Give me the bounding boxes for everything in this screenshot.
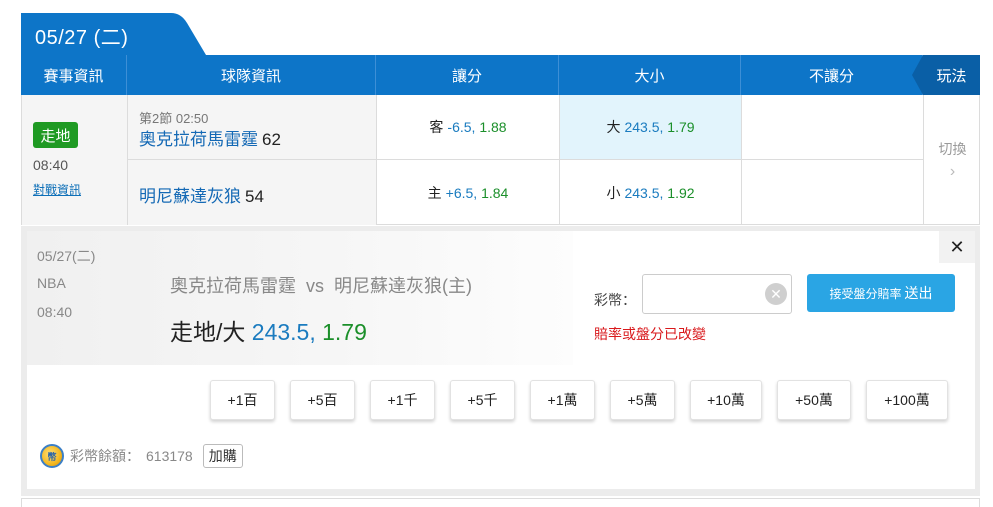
submit-text: 送出 xyxy=(904,285,933,301)
event-info-cell: 走地 08:40 對戰資訊 xyxy=(22,95,128,225)
balance-value: 613178 xyxy=(146,448,193,464)
chip-button[interactable]: +5百 xyxy=(290,380,355,420)
date-tab-label: 05/27 (二) xyxy=(35,27,129,49)
quick-stake-chips: +1百 +5百 +1千 +5千 +1萬 +5萬 +10萬 +50萬 +100萬 xyxy=(210,380,948,420)
chevron-right-icon: › xyxy=(949,163,956,180)
team-info-cell: 第2節 02:50 奧克拉荷馬雷霆 62 明尼蘇達灰狼 54 xyxy=(128,95,377,225)
header-moneyline: 不讓分 xyxy=(741,55,923,95)
submit-bet-button[interactable]: 接受盤分賠率 送出 xyxy=(807,274,955,312)
coin-icon: 幣 xyxy=(40,444,64,468)
total-over-key: 大 xyxy=(606,119,621,135)
spread-cell: 客 -6.5, 1.88 主 +6.5, 1.84 xyxy=(377,95,560,225)
slip-matchup: 奧克拉荷馬雷霆 vs 明尼蘇達灰狼(主) xyxy=(170,272,472,298)
slip-pick-odds: 1.79 xyxy=(322,319,367,345)
header-team-info: 球隊資訊 xyxy=(127,55,376,95)
away-team-row: 第2節 02:50 奧克拉荷馬雷霆 62 xyxy=(128,95,376,160)
spread-home-key: 主 xyxy=(427,184,442,201)
topup-button[interactable]: 加購 xyxy=(202,444,243,468)
chip-button[interactable]: +1萬 xyxy=(530,380,595,420)
balance-label: 彩幣餘額： xyxy=(70,448,140,464)
home-team-score: 54 xyxy=(245,187,264,206)
away-team-name: 奧克拉荷馬雷霆 xyxy=(139,130,258,149)
chip-button[interactable]: +50萬 xyxy=(777,380,851,420)
moneyline-away-empty xyxy=(742,95,923,160)
spread-away-key: 客 xyxy=(429,119,444,135)
header-spread: 讓分 xyxy=(376,55,559,95)
bet-slip-panel: ✕ 05/27(二) NBA 08:40 奧克拉荷馬雷霆 vs 明尼蘇達灰狼(主) … xyxy=(21,226,980,496)
game-time: 08:40 xyxy=(33,157,69,173)
submit-accept-text: 接受盤分賠率 xyxy=(829,286,902,301)
spread-home-handicap: +6.5, xyxy=(445,184,478,201)
header-total: 大小 xyxy=(559,55,741,95)
spread-home-odds[interactable]: 主 +6.5, 1.84 xyxy=(377,160,559,225)
slip-date: 05/27(二) xyxy=(37,248,96,264)
game-row: 走地 08:40 對戰資訊 第2節 02:50 奧克拉荷馬雷霆 62 明尼蘇達灰狼… xyxy=(21,95,980,225)
switch-button[interactable]: 切換 › xyxy=(924,95,981,225)
close-icon[interactable]: ✕ xyxy=(939,231,975,263)
bet-slip-body: ✕ 05/27(二) NBA 08:40 奧克拉荷馬雷霆 vs 明尼蘇達灰狼(主) … xyxy=(27,231,975,489)
live-badge: 走地 xyxy=(33,122,78,148)
total-over-handicap: 243.5, xyxy=(624,119,664,135)
slip-vs: vs xyxy=(306,276,324,296)
total-over-price: 1.79 xyxy=(667,119,695,135)
date-tab: 05/27 (二) xyxy=(21,13,206,55)
slip-league: NBA xyxy=(37,275,66,291)
spread-away-odds[interactable]: 客 -6.5, 1.88 xyxy=(377,95,559,160)
slip-home-team: 明尼蘇達灰狼(主) xyxy=(334,276,472,296)
next-row-edge xyxy=(21,498,980,507)
header-event-info: 賽事資訊 xyxy=(21,55,127,95)
spread-away-handicap: -6.5, xyxy=(447,119,476,135)
home-team: 明尼蘇達灰狼 54 xyxy=(139,182,264,207)
total-over-odds[interactable]: 大 243.5, 1.79 xyxy=(560,95,741,160)
chip-button[interactable]: +1千 xyxy=(370,380,435,420)
balance-row: 幣 彩幣餘額： 613178 加購 xyxy=(40,444,243,468)
home-team-name: 明尼蘇達灰狼 xyxy=(139,187,241,206)
chip-button[interactable]: +1百 xyxy=(210,380,275,420)
slip-pick-handicap: 243.5, xyxy=(251,319,316,345)
odds-table-header: 賽事資訊 球隊資訊 讓分 大小 不讓分 玩法 xyxy=(21,55,980,95)
chip-button[interactable]: +100萬 xyxy=(866,380,948,420)
h2h-link[interactable]: 對戰資訊 xyxy=(33,181,81,198)
moneyline-cell xyxy=(742,95,924,225)
spread-away-price: 1.88 xyxy=(479,119,507,135)
spread-home-price: 1.84 xyxy=(481,184,509,201)
play-type-button[interactable]: 玩法 xyxy=(912,55,980,95)
total-cell: 大 243.5, 1.79 小 243.5, 1.92 xyxy=(560,95,742,225)
total-under-price: 1.92 xyxy=(667,184,695,201)
away-team: 奧克拉荷馬雷霆 62 xyxy=(139,125,281,150)
total-under-handicap: 243.5, xyxy=(624,184,664,201)
chip-button[interactable]: +10萬 xyxy=(690,380,762,420)
chip-button[interactable]: +5千 xyxy=(450,380,515,420)
home-team-row: 明尼蘇達灰狼 54 xyxy=(128,160,376,225)
slip-time: 08:40 xyxy=(37,304,73,320)
total-under-key: 小 xyxy=(606,184,621,201)
total-under-odds[interactable]: 小 243.5, 1.92 xyxy=(560,160,741,225)
slip-away-team: 奧克拉荷馬雷霆 xyxy=(170,276,296,296)
slip-pick: 走地/大 243.5, 1.79 xyxy=(170,313,367,347)
away-team-score: 62 xyxy=(262,130,281,149)
switch-label: 切換 xyxy=(938,141,967,157)
clear-icon[interactable]: ✕ xyxy=(765,283,787,305)
stake-label: 彩幣： xyxy=(594,292,636,308)
slip-pick-label: 走地/大 xyxy=(170,319,246,345)
odds-changed-warning: 賠率或盤分已改變 xyxy=(594,326,706,342)
chip-button[interactable]: +5萬 xyxy=(610,380,675,420)
